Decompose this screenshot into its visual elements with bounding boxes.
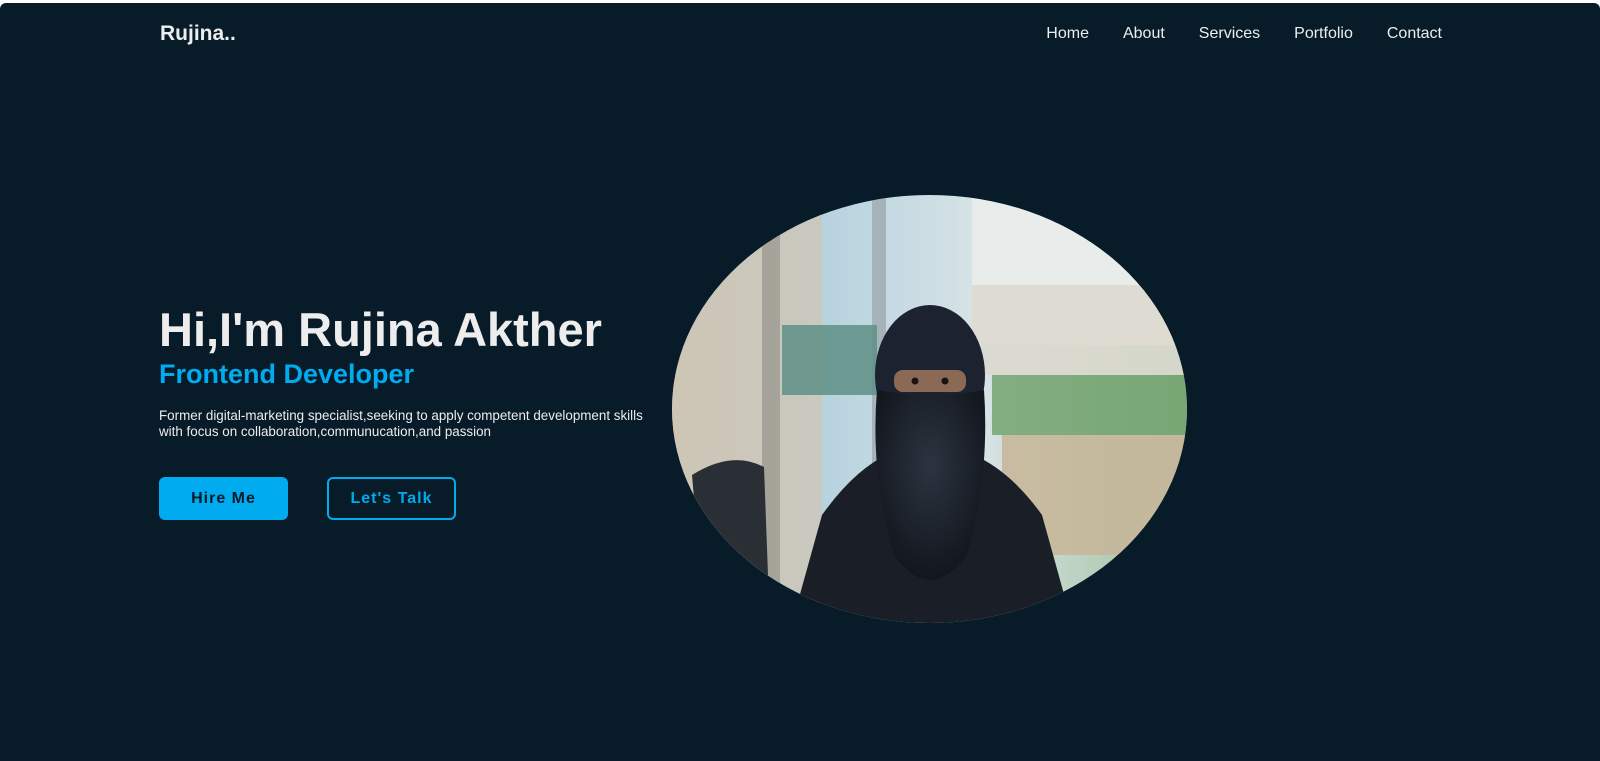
nav-services-link[interactable]: Services: [1199, 23, 1260, 45]
page-background: Rujina.. Home About Services Portfolio C…: [0, 3, 1600, 761]
hero-description: Former digital-marketing specialist,seek…: [159, 408, 643, 439]
hero-buttons: Hire Me Let's Talk: [159, 477, 456, 520]
site-logo[interactable]: Rujina..: [160, 21, 236, 47]
hero-content: Hi,I'm Rujina Akther Frontend Developer …: [159, 303, 669, 440]
hero-role: Frontend Developer: [159, 359, 415, 389]
main-nav: Home About Services Portfolio Contact: [1046, 23, 1442, 45]
lets-talk-button[interactable]: Let's Talk: [327, 477, 456, 520]
hero-heading: Hi,I'm Rujina Akther: [159, 303, 602, 356]
hire-me-button[interactable]: Hire Me: [159, 477, 288, 520]
profile-photo: [672, 195, 1187, 623]
nav-about-link[interactable]: About: [1123, 23, 1165, 45]
nav-home-link[interactable]: Home: [1046, 23, 1089, 45]
nav-portfolio-link[interactable]: Portfolio: [1294, 23, 1353, 45]
nav-contact-link[interactable]: Contact: [1387, 23, 1442, 45]
